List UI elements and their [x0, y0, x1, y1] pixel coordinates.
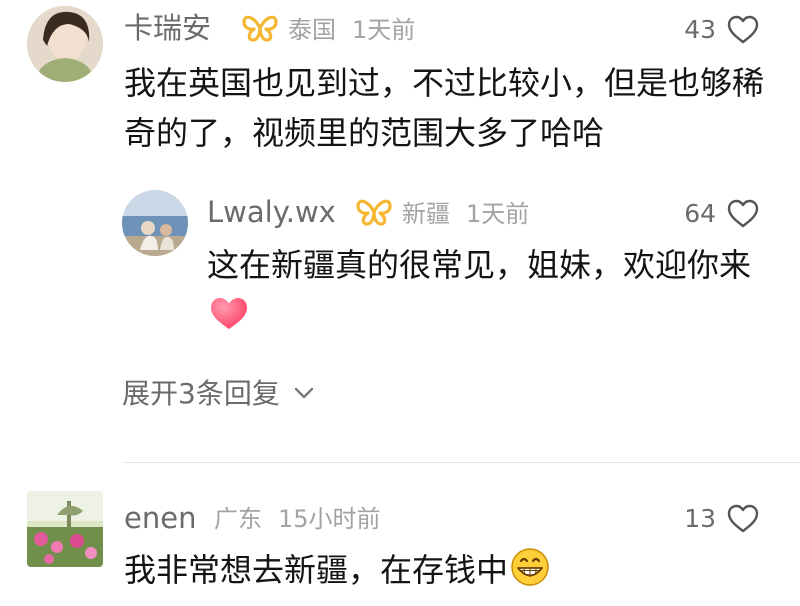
- heart-outline-icon[interactable]: [726, 198, 760, 230]
- divider: [122, 462, 800, 463]
- avatar[interactable]: [27, 491, 103, 567]
- butterfly-badge-icon: [240, 13, 280, 43]
- comment-text: 我在英国也见到过，不过比较小，但是也够稀奇的了，视频里的范围大多了哈哈: [124, 64, 765, 152]
- avatar[interactable]: [122, 190, 188, 256]
- comment-username[interactable]: enen: [124, 500, 196, 536]
- like-count: 13: [684, 504, 716, 533]
- reply-text: 这在新疆真的很常见，姐妹，欢迎你来: [207, 246, 752, 284]
- avatar-photo: [27, 6, 103, 82]
- butterfly-badge-icon: [354, 197, 394, 227]
- avatar[interactable]: [27, 6, 103, 82]
- reply-time: 1天前: [466, 200, 530, 228]
- expand-replies-button[interactable]: 展开3条回复: [122, 376, 314, 412]
- expand-replies-label: 展开3条回复: [122, 377, 280, 410]
- reply-location: 新疆: [402, 200, 450, 228]
- comment-username[interactable]: 卡瑞安: [124, 10, 211, 46]
- heart-outline-icon[interactable]: [726, 503, 760, 535]
- red-heart-emoji: [209, 296, 249, 346]
- avatar-photo: [122, 190, 188, 256]
- grinning-face-emoji: [510, 547, 550, 601]
- comment-time: 15小时前: [278, 505, 381, 533]
- heart-outline-icon[interactable]: [726, 14, 760, 46]
- comment-text-block: 我非常想去新疆，在存钱中: [124, 545, 774, 601]
- like-count: 64: [684, 199, 716, 228]
- like-count: 43: [684, 15, 716, 44]
- reply-text-block: 这在新疆真的很常见，姐妹，欢迎你来: [207, 240, 767, 346]
- comment-text: 我非常想去新疆，在存钱中: [124, 551, 509, 589]
- comment-location: 广东: [214, 505, 262, 533]
- reply-username[interactable]: Lwaly.wx: [207, 194, 336, 230]
- chevron-down-icon: [294, 385, 314, 404]
- comment-location: 泰国: [288, 16, 336, 44]
- avatar-photo: [27, 491, 103, 567]
- comment-time: 1天前: [352, 16, 416, 44]
